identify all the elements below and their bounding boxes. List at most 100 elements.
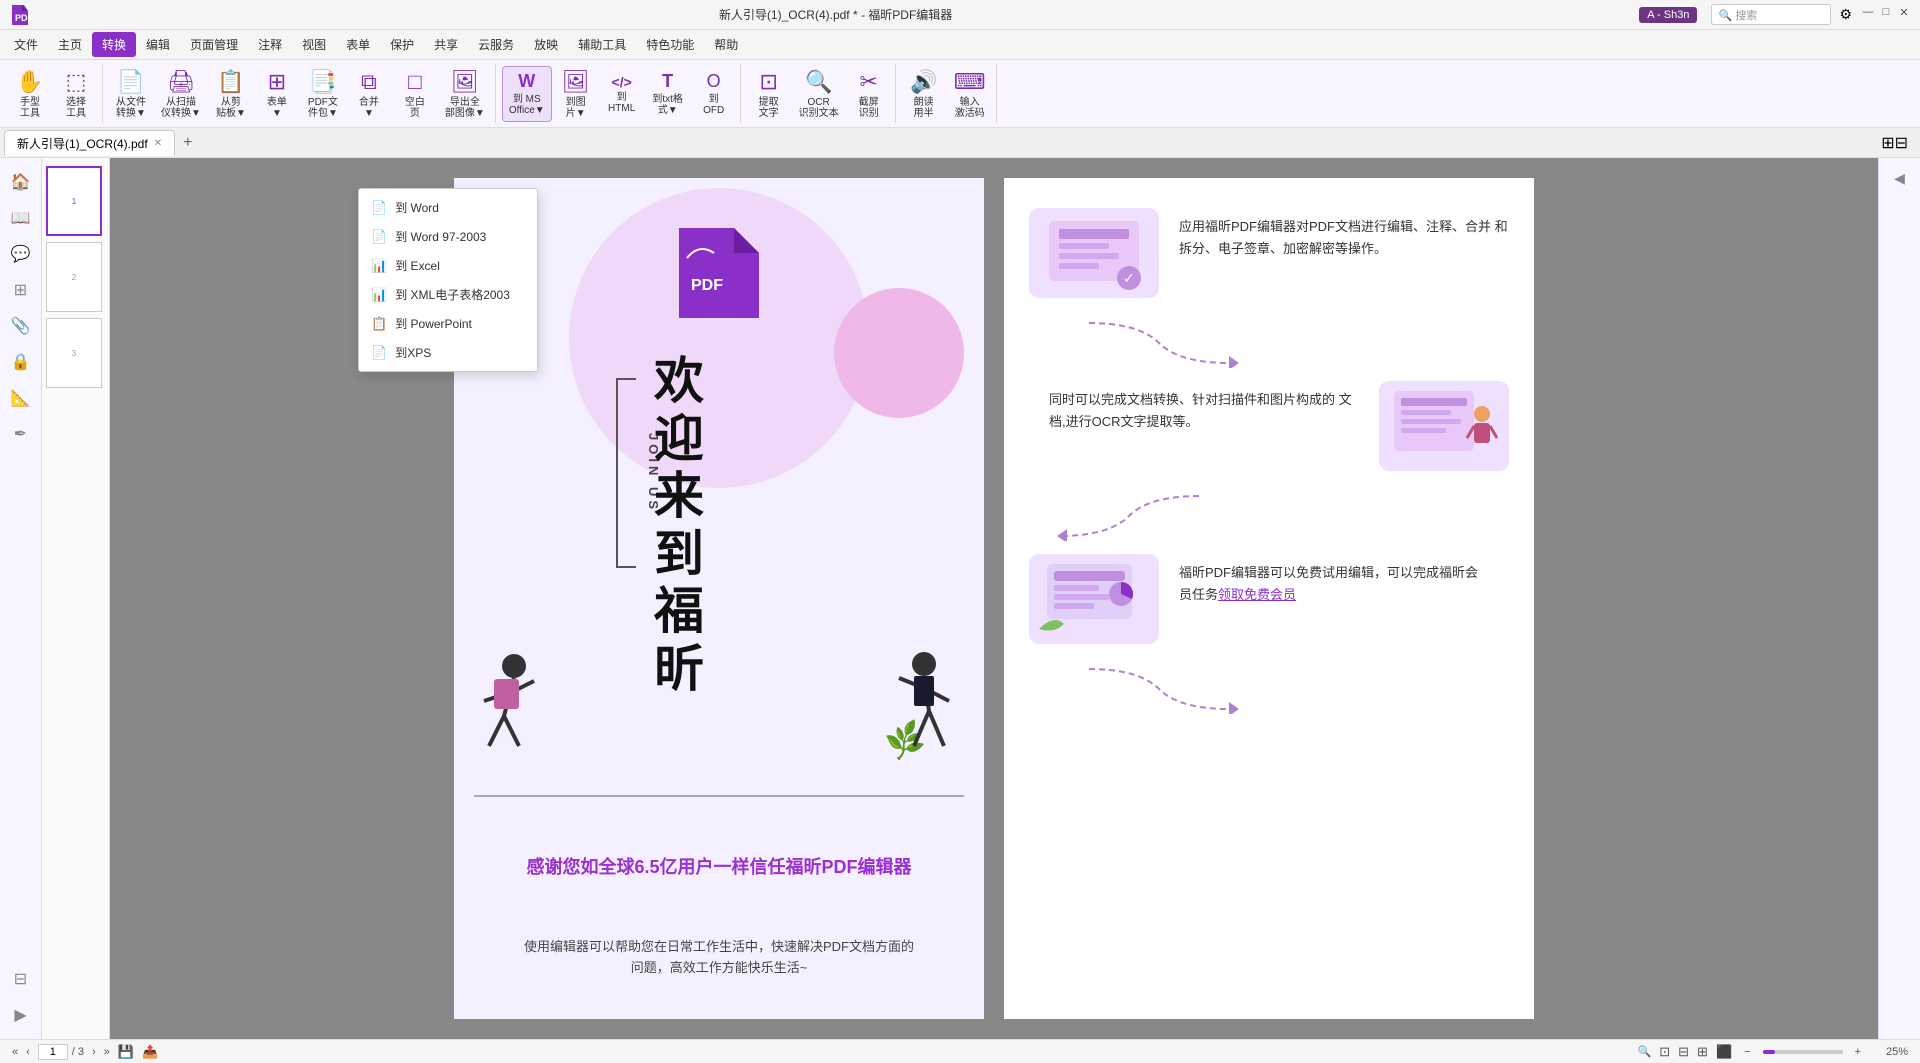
extract-text-icon: ⊡ bbox=[759, 69, 777, 95]
menu-item-help[interactable]: 帮助 bbox=[704, 32, 748, 57]
nav-first-button[interactable]: « bbox=[12, 1046, 18, 1058]
thumb-page-1[interactable]: 1 bbox=[46, 166, 102, 236]
document-tab[interactable]: 新人引导(1)_OCR(4).pdf ✕ bbox=[4, 130, 175, 156]
merge-button[interactable]: ⧉ 合并▼ bbox=[347, 66, 391, 122]
menu-item-form[interactable]: 表单 bbox=[336, 32, 380, 57]
sidebar-collapse-icon[interactable]: ⊟ bbox=[5, 963, 37, 995]
dropdown-to-word97[interactable]: 📄 到 Word 97-2003 bbox=[359, 222, 537, 251]
ocr-button[interactable]: 🔍 OCR识别文本 bbox=[793, 66, 845, 122]
user-badge: A - Sh3n bbox=[1639, 7, 1697, 23]
close-button[interactable]: ✕ bbox=[1896, 4, 1912, 20]
from-clipboard-button[interactable]: 📋 从剪贴板▼ bbox=[209, 66, 253, 122]
to-txt-button[interactable]: T 到txt格式▼ bbox=[646, 66, 690, 122]
from-file-button[interactable]: 📄 从文件转换▼ bbox=[109, 66, 153, 122]
tab-close-button[interactable]: ✕ bbox=[154, 138, 162, 149]
nav-prev-button[interactable]: ‹ bbox=[26, 1046, 30, 1058]
search-bar[interactable]: 🔍 搜索 bbox=[1711, 4, 1831, 25]
hand-tool-button[interactable]: ✋ 手型工具 bbox=[8, 66, 52, 122]
sidebar-attachments-icon[interactable]: 📎 bbox=[5, 310, 37, 342]
zoom-icon[interactable]: 🔍 bbox=[1638, 1045, 1652, 1058]
sidebar-home-icon[interactable]: 🏠 bbox=[5, 166, 37, 198]
sidebar-layers-icon[interactable]: ⊞ bbox=[5, 274, 37, 306]
zoom-in-button[interactable]: + bbox=[1851, 1046, 1865, 1058]
dropdown-to-word[interactable]: 📄 到 Word bbox=[359, 193, 537, 222]
join-us-bracket: JOIN US bbox=[616, 378, 636, 568]
figure-left bbox=[469, 646, 559, 789]
page-number-input[interactable] bbox=[38, 1044, 68, 1060]
to-ofd-button[interactable]: O 到OFD bbox=[692, 66, 736, 122]
arrow-down-1 bbox=[1079, 318, 1509, 371]
dropdown-to-xml-table[interactable]: 📊 到 XML电子表格2003 bbox=[359, 280, 537, 309]
sidebar-bookmarks-icon[interactable]: 📖 bbox=[5, 202, 37, 234]
page-total: / 3 bbox=[72, 1046, 84, 1058]
form-button[interactable]: ⊞ 表单▼ bbox=[255, 66, 299, 122]
select-tool-label: 选择工具 bbox=[66, 97, 86, 119]
sidebar-sign-icon[interactable]: ✒ bbox=[5, 418, 37, 450]
menu-item-home[interactable]: 主页 bbox=[48, 32, 92, 57]
dropdown-to-excel[interactable]: 📊 到 Excel bbox=[359, 251, 537, 280]
from-scan-button[interactable]: 🖨 从扫描仪转换▼ bbox=[155, 66, 207, 122]
excel-icon: 📊 bbox=[371, 258, 387, 274]
free-membership-link[interactable]: 领取免费会员 bbox=[1218, 587, 1296, 602]
menu-item-edit[interactable]: 编辑 bbox=[136, 32, 180, 57]
menu-item-view[interactable]: 视图 bbox=[292, 32, 336, 57]
menu-item-convert[interactable]: 转换 bbox=[92, 32, 136, 57]
dropdown-to-powerpoint[interactable]: 📋 到 PowerPoint bbox=[359, 309, 537, 338]
share-icon[interactable]: 📤 bbox=[142, 1044, 158, 1060]
menu-item-page-manage[interactable]: 页面管理 bbox=[180, 32, 248, 57]
menu-item-assist[interactable]: 辅助工具 bbox=[568, 32, 636, 57]
zoom-slider[interactable] bbox=[1763, 1050, 1843, 1054]
menu-item-annotate[interactable]: 注释 bbox=[248, 32, 292, 57]
view-single-icon[interactable]: ⊟ bbox=[1678, 1044, 1689, 1060]
read-aloud-label: 朗读用半 bbox=[914, 97, 934, 119]
to-html-icon: </> bbox=[612, 74, 632, 90]
to-ms-office-label: 到 MSOffice▼ bbox=[509, 94, 545, 116]
menu-item-release[interactable]: 放映 bbox=[524, 32, 568, 57]
xps-icon: 📄 bbox=[371, 345, 387, 361]
to-image-button[interactable]: 🖼 到图片▼ bbox=[554, 66, 598, 122]
sidebar-measure-icon[interactable]: 📐 bbox=[5, 382, 37, 414]
word-icon: 📄 bbox=[371, 200, 387, 216]
maximize-button[interactable]: □ bbox=[1878, 4, 1894, 20]
extract-text-button[interactable]: ⊡ 提取文字 bbox=[747, 66, 791, 122]
screenshot-button[interactable]: ✂ 截屏识别 bbox=[847, 66, 891, 122]
scan-icon: 🖨 bbox=[167, 69, 195, 95]
save-icon[interactable]: 💾 bbox=[118, 1044, 134, 1060]
svg-text:PDF: PDF bbox=[15, 13, 32, 23]
pdf-package-button[interactable]: 📑 PDF文件包▼ bbox=[301, 66, 345, 122]
read-aloud-button[interactable]: 🔊 朗读用半 bbox=[902, 66, 946, 122]
blank-page-icon: □ bbox=[408, 69, 421, 95]
to-ofd-label: 到OFD bbox=[703, 94, 724, 116]
menu-item-file[interactable]: 文件 bbox=[4, 32, 48, 57]
right-panel-collapse-icon[interactable]: ◀ bbox=[1884, 162, 1916, 194]
menu-item-feature[interactable]: 特色功能 bbox=[636, 32, 704, 57]
feature-icon-3 bbox=[1029, 554, 1159, 644]
nav-last-button[interactable]: » bbox=[104, 1046, 110, 1058]
blank-page-button[interactable]: □ 空白页 bbox=[393, 66, 437, 122]
svg-text:PDF: PDF bbox=[691, 277, 723, 294]
export-images-icon: 🖼 bbox=[451, 69, 479, 95]
nav-next-button[interactable]: › bbox=[92, 1046, 96, 1058]
menu-item-protect[interactable]: 保护 bbox=[380, 32, 424, 57]
settings-icon[interactable]: ⚙ bbox=[1833, 4, 1858, 25]
sidebar-comments-icon[interactable]: 💬 bbox=[5, 238, 37, 270]
view-toggle-icons[interactable]: ⊞⊟ bbox=[1873, 133, 1916, 153]
select-tool-button[interactable]: ⬚ 选择工具 bbox=[54, 66, 98, 122]
screen-fit-icon[interactable]: ⊡ bbox=[1659, 1044, 1670, 1060]
to-html-button[interactable]: </> 到HTML bbox=[600, 66, 644, 122]
view-two-page-icon[interactable]: ⬛ bbox=[1716, 1044, 1732, 1060]
thumb-page-2[interactable]: 2 bbox=[46, 242, 102, 312]
dropdown-to-xps[interactable]: 📄 到XPS bbox=[359, 338, 537, 367]
activate-button[interactable]: ⌨ 输入激活码 bbox=[948, 66, 992, 122]
view-continuous-icon[interactable]: ⊞ bbox=[1697, 1044, 1708, 1060]
sidebar-expand-icon[interactable]: ▶ bbox=[5, 999, 37, 1031]
add-tab-button[interactable]: + bbox=[175, 130, 200, 156]
thumb-page-3[interactable]: 3 bbox=[46, 318, 102, 388]
minimize-button[interactable]: — bbox=[1860, 4, 1876, 20]
sidebar-security-icon[interactable]: 🔒 bbox=[5, 346, 37, 378]
menu-item-share[interactable]: 共享 bbox=[424, 32, 468, 57]
menu-item-cloud[interactable]: 云服务 bbox=[468, 32, 524, 57]
export-images-button[interactable]: 🖼 导出全部图像▼ bbox=[439, 66, 491, 122]
to-ms-office-button[interactable]: W 到 MSOffice▼ bbox=[502, 66, 552, 122]
zoom-out-button[interactable]: − bbox=[1740, 1046, 1754, 1058]
